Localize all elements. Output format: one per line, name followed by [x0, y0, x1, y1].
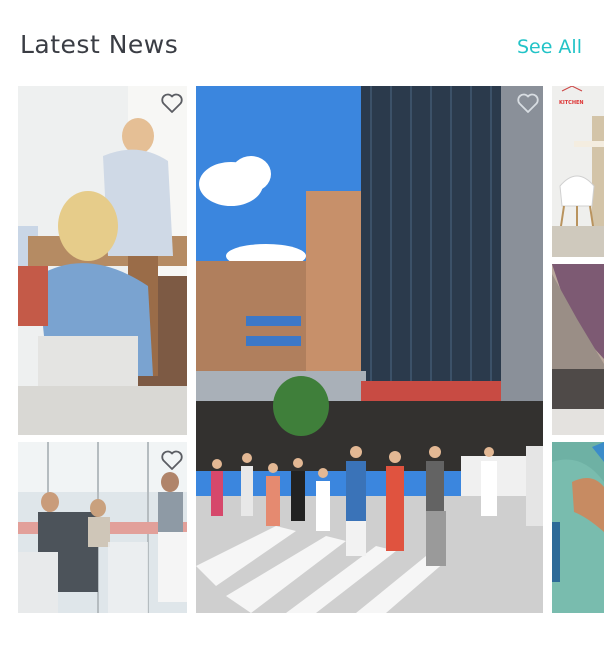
news-image [552, 86, 604, 257]
news-card-hands-paper[interactable] [552, 442, 604, 613]
section-header: Latest News See All [0, 0, 604, 86]
brand-logo: KITCHEN [559, 100, 584, 106]
news-card-office-meeting[interactable] [18, 86, 187, 435]
favorite-heart-icon[interactable] [160, 92, 184, 114]
news-image [196, 86, 543, 613]
section-title: Latest News [20, 30, 179, 59]
news-card-glass-office[interactable] [18, 442, 187, 613]
news-card-laptop-desk[interactable] [552, 264, 604, 435]
news-card-interior-chair[interactable]: KITCHEN [552, 86, 604, 257]
favorite-heart-icon[interactable] [160, 449, 184, 471]
news-image [552, 264, 604, 435]
news-image [18, 86, 187, 435]
see-all-link[interactable]: See All [517, 36, 582, 58]
news-card-city-street[interactable] [196, 86, 543, 613]
news-image [552, 442, 604, 613]
favorite-heart-icon[interactable] [516, 92, 540, 114]
